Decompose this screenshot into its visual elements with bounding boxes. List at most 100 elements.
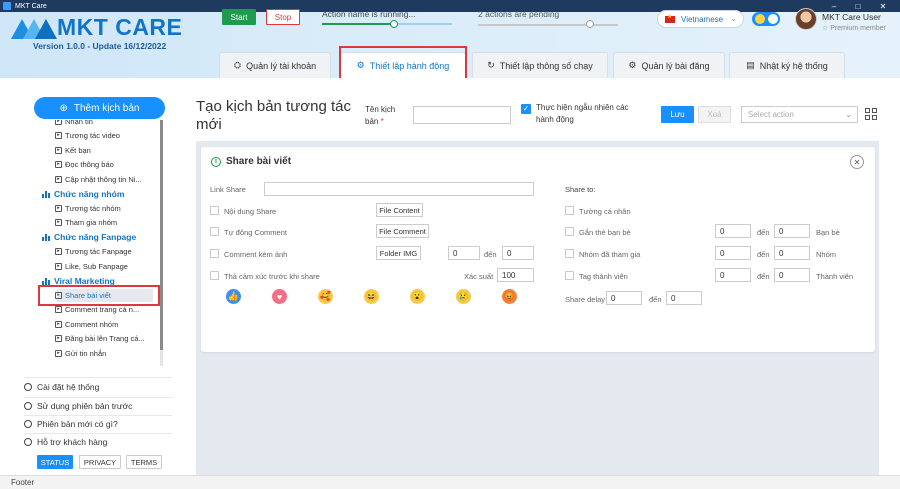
- members-to[interactable]: 0: [774, 268, 810, 282]
- tag-friends-from[interactable]: 0: [715, 224, 751, 238]
- tree-item[interactable]: ▸ Tham gia nhóm: [55, 217, 117, 229]
- action-icon: ▸: [55, 132, 62, 139]
- comment-image-checkbox[interactable]: [210, 249, 219, 258]
- tab-action-settings[interactable]: ⚙ Thiết lập hành động: [340, 52, 466, 78]
- tab-post-management[interactable]: ⚙ Quản lý bài đăng: [613, 52, 725, 78]
- divider: [24, 397, 172, 398]
- tree-item[interactable]: ▸ Kết bạn: [55, 144, 91, 156]
- tree-item[interactable]: ▸ Tương tác nhóm: [55, 202, 121, 214]
- joined-groups-checkbox[interactable]: [565, 249, 574, 258]
- minimize-icon[interactable]: –: [827, 0, 841, 12]
- window-title: MKT Care: [15, 2, 47, 10]
- tab-run-parameters[interactable]: ↻ Thiết lập thông số chạy: [472, 52, 608, 78]
- wow-reaction-icon[interactable]: 😮: [410, 289, 425, 304]
- haha-reaction-icon[interactable]: 😆: [364, 289, 379, 304]
- link-label: Hỗ trợ khách hàng: [37, 437, 108, 447]
- tree-item[interactable]: ▸ Comment nhóm: [55, 318, 118, 330]
- share-to-label: Share to:: [565, 185, 596, 194]
- personal-wall-checkbox[interactable]: [565, 206, 574, 215]
- theme-toggle[interactable]: [752, 12, 780, 26]
- tree-item[interactable]: ▸ Tương tác video: [55, 130, 120, 142]
- plus-circle-icon: ⊕: [59, 102, 68, 114]
- terms-tag[interactable]: TERMS: [126, 455, 162, 469]
- care-reaction-icon[interactable]: 🥰: [318, 289, 333, 304]
- tab-account-management[interactable]: ⛭ Quản lý tài khoản: [219, 52, 331, 78]
- script-name-label: Tên kịch bản *: [365, 104, 405, 128]
- link-share-label: Link Share: [210, 185, 246, 194]
- pending-progress-track: [478, 24, 618, 26]
- maximize-icon[interactable]: □: [851, 0, 865, 12]
- action-icon: ▸: [55, 161, 62, 168]
- share-content-label: Nội dung Share: [224, 207, 277, 216]
- file-content-button[interactable]: File Content: [376, 203, 423, 217]
- status-tag[interactable]: STATUS: [37, 455, 73, 469]
- auto-comment-checkbox[interactable]: [210, 227, 219, 236]
- to-label: đến: [649, 295, 662, 304]
- link-support[interactable]: Hỗ trợ khách hàng: [24, 436, 107, 448]
- react-before-share-checkbox[interactable]: [210, 271, 219, 280]
- link-system-settings[interactable]: Cài đặt hệ thống: [24, 381, 99, 393]
- groups-to[interactable]: 0: [774, 246, 810, 260]
- share-delay-to[interactable]: 0: [666, 291, 702, 305]
- tree-label: Tương tác video: [65, 131, 120, 140]
- tab-system-log[interactable]: ▤ Nhật ký hệ thống: [729, 52, 845, 78]
- tree-group[interactable]: Chức năng nhóm: [42, 188, 124, 200]
- tree-item[interactable]: ▸ Gửi tin nhắn: [55, 347, 106, 359]
- tree-item[interactable]: ▸ Đọc thông báo: [55, 159, 114, 171]
- image-count-to[interactable]: 0: [502, 246, 534, 260]
- comment-image-label: Comment kèm ảnh: [224, 250, 288, 259]
- groups-from[interactable]: 0: [715, 246, 751, 260]
- add-script-button[interactable]: ⊕ Thêm kịch bản: [34, 97, 165, 119]
- tree-scrollbar[interactable]: [160, 120, 163, 366]
- language-select[interactable]: Vietnamese ⌄: [657, 10, 744, 28]
- tag-members-checkbox[interactable]: [565, 271, 574, 280]
- tree-item[interactable]: ▸ Đăng bài lên Trang cá...: [55, 333, 145, 345]
- tag-friends-checkbox[interactable]: [565, 227, 574, 236]
- link-previous-version[interactable]: Sử dụng phiên bản trước: [24, 400, 132, 412]
- tree-group[interactable]: Chức năng Fanpage: [42, 231, 136, 243]
- pending-progress-knob: [586, 20, 594, 28]
- to-label: đến: [757, 228, 770, 237]
- card-title-text: Share bài viết: [226, 156, 292, 167]
- angry-reaction-icon[interactable]: 😡: [502, 289, 517, 304]
- action-icon: ▸: [55, 204, 62, 212]
- close-icon[interactable]: ✕: [850, 155, 864, 169]
- grid-view-icon[interactable]: [864, 107, 878, 121]
- personal-wall-label: Tường cá nhân: [579, 207, 631, 216]
- share-delay-from[interactable]: 0: [606, 291, 642, 305]
- sad-reaction-icon[interactable]: 😢: [456, 289, 471, 304]
- history-icon: [24, 402, 32, 410]
- probability-input[interactable]: 100: [497, 268, 534, 282]
- version-label: Version 1.0.0 - Update 16/12/2022: [33, 41, 167, 51]
- highlight-outline: [38, 285, 160, 306]
- love-reaction-icon[interactable]: ♥: [272, 289, 287, 304]
- tag-friends-to[interactable]: 0: [774, 224, 810, 238]
- tree-item[interactable]: ▸ Tương tác Fanpage: [55, 246, 132, 258]
- start-button[interactable]: Start: [222, 9, 256, 25]
- script-name-input[interactable]: [413, 106, 511, 124]
- image-count-from[interactable]: 0: [448, 246, 480, 260]
- folder-img-button[interactable]: Folder IMG: [376, 246, 421, 260]
- link-whats-new[interactable]: Phiên bản mới có gì?: [24, 418, 118, 430]
- save-button[interactable]: Lưu: [661, 106, 694, 123]
- tree-item[interactable]: ▸ Cập nhật thông tin Ni...: [55, 173, 142, 185]
- avatar[interactable]: [795, 8, 817, 30]
- to-label: đến: [757, 250, 770, 259]
- file-comment-button[interactable]: File Comment: [376, 224, 429, 238]
- tree-item[interactable]: ▸ Like, Sub Fanpage: [55, 260, 128, 272]
- bar-chart-icon: [42, 233, 50, 241]
- action-select[interactable]: Select action ⌄: [741, 106, 858, 123]
- privacy-tag[interactable]: PRIVACY: [79, 455, 121, 469]
- link-share-input[interactable]: [264, 182, 534, 196]
- tree-label: Tương tác nhóm: [65, 203, 121, 213]
- delete-button[interactable]: Xoá: [698, 106, 731, 123]
- members-from[interactable]: 0: [715, 268, 751, 282]
- scrollbar-thumb[interactable]: [160, 120, 163, 350]
- like-reaction-icon[interactable]: 👍: [226, 289, 241, 304]
- bar-chart-icon: [42, 277, 50, 285]
- tree-item[interactable]: ▸ Nhận tin: [55, 120, 93, 127]
- close-window-icon[interactable]: ✕: [876, 0, 890, 12]
- stop-button[interactable]: Stop: [266, 9, 300, 25]
- random-actions-checkbox[interactable]: ✓: [521, 104, 531, 114]
- share-content-checkbox[interactable]: [210, 206, 219, 215]
